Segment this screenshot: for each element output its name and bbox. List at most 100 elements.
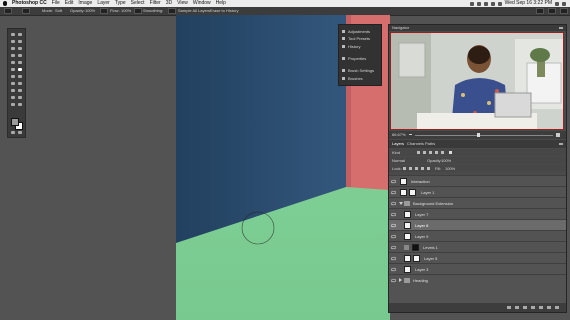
shape-filter-icon[interactable] [435, 151, 438, 154]
layer-style-icon[interactable] [515, 306, 519, 309]
visibility-eye-icon[interactable] [391, 278, 396, 283]
navigator-preview[interactable] [390, 32, 564, 130]
flow-input[interactable]: 100% [121, 7, 131, 15]
dodge-tool-icon[interactable] [11, 82, 15, 85]
zoom-value[interactable]: 66.67% [392, 131, 406, 139]
eraser-tool-icon[interactable] [18, 68, 22, 71]
filter-toggle-icon[interactable] [449, 151, 452, 154]
chevron-down-icon[interactable] [399, 202, 403, 205]
fill-input[interactable]: 100% [445, 165, 455, 172]
sample-label[interactable]: Sample All Layers [178, 7, 210, 15]
brushes-panel-button[interactable]: Brushes [342, 75, 363, 81]
brush-tool-icon[interactable] [11, 61, 15, 64]
gradient-tool-icon[interactable] [11, 75, 15, 78]
quick-mask-icon[interactable] [11, 131, 15, 134]
menu-type[interactable]: Type [115, 0, 126, 7]
tab-channels[interactable]: Channels [407, 140, 424, 148]
menu-3d[interactable]: 3D [166, 0, 172, 7]
zoom-slider-handle[interactable] [477, 133, 480, 137]
panel-menu-icon[interactable] [559, 143, 563, 145]
menu-layer[interactable]: Layer [97, 0, 110, 7]
clock[interactable]: Wed Sep 16 3:22 PM [505, 0, 552, 7]
shape-tool-icon[interactable] [11, 96, 15, 99]
add-mask-icon[interactable] [523, 306, 527, 309]
adjustments-panel-button[interactable]: Adjustments [342, 28, 370, 34]
quick-select-tool-icon[interactable] [11, 47, 15, 50]
eyedropper-tool-icon[interactable] [11, 54, 15, 57]
panel-menu-icon[interactable] [559, 27, 563, 29]
type-tool-icon[interactable] [11, 89, 15, 92]
app-name-menu[interactable]: Photoshop CC [12, 0, 47, 7]
foreground-color-swatch[interactable] [11, 118, 19, 126]
zoom-tool-icon[interactable] [11, 103, 15, 106]
layer-row[interactable]: Layer 1 [389, 186, 566, 197]
link-layers-icon[interactable] [507, 306, 511, 309]
marquee-tool-icon[interactable] [11, 40, 15, 43]
battery-icon[interactable] [497, 2, 502, 6]
lock-artboard-icon[interactable] [421, 167, 424, 170]
status-icon[interactable] [476, 2, 481, 6]
lock-pixels-icon[interactable] [409, 167, 412, 170]
volume-icon[interactable] [490, 2, 495, 6]
lock-position-icon[interactable] [415, 167, 418, 170]
menu-list-icon[interactable] [562, 2, 566, 6]
move-tool-icon[interactable] [11, 33, 15, 36]
tab-paths[interactable]: Paths [425, 140, 435, 148]
menu-window[interactable]: Window [193, 0, 211, 7]
airbrush-icon[interactable] [134, 7, 142, 15]
status-icon[interactable] [469, 2, 474, 6]
layer-row[interactable]: Layer 7 [389, 208, 566, 219]
visibility-eye-icon[interactable] [391, 256, 396, 261]
menu-filter[interactable]: Filter [150, 0, 161, 7]
menu-select[interactable]: Select [131, 0, 145, 7]
menu-edit[interactable]: Edit [65, 0, 74, 7]
pen-tool-icon[interactable] [18, 82, 22, 85]
adjustment-layer-row[interactable]: Levels 1 [389, 241, 566, 252]
crop-tool-icon[interactable] [18, 47, 22, 50]
history-panel-button[interactable]: History [342, 43, 360, 49]
layer-group-row[interactable]: Background Extension [389, 197, 566, 208]
more-tools-icon[interactable] [18, 103, 22, 106]
layer-row-selected[interactable]: Layer 8 [389, 219, 566, 230]
layer-mask-thumbnail[interactable] [409, 189, 416, 196]
visibility-eye-icon[interactable] [391, 201, 396, 206]
visibility-eye-icon[interactable] [391, 267, 396, 272]
menu-help[interactable]: Help [216, 0, 226, 7]
zoom-slider[interactable] [415, 135, 553, 136]
artboard-tool-icon[interactable] [18, 33, 22, 36]
share-icon[interactable] [560, 7, 568, 15]
layer-row[interactable]: Layer 5 [389, 252, 566, 263]
zoom-out-icon[interactable] [409, 134, 412, 135]
menu-view[interactable]: View [177, 0, 188, 7]
brush-preset-picker[interactable] [22, 7, 30, 15]
lock-all-icon[interactable] [427, 167, 430, 170]
adjustment-filter-icon[interactable] [423, 151, 426, 154]
visibility-eye-icon[interactable] [391, 234, 396, 239]
new-group-icon[interactable] [539, 306, 543, 309]
visibility-eye-icon[interactable] [391, 223, 396, 228]
layer-mask-thumbnail[interactable] [412, 244, 419, 251]
lasso-tool-icon[interactable] [18, 40, 22, 43]
menu-file[interactable]: File [52, 0, 60, 7]
layer-row[interactable]: Layer 3 [389, 263, 566, 274]
visibility-eye-icon[interactable] [391, 212, 396, 217]
zoom-in-icon[interactable] [556, 133, 560, 137]
eraser-tool-icon[interactable] [4, 7, 12, 15]
blend-mode-select[interactable]: Normal [392, 157, 405, 164]
properties-panel-button[interactable]: Properties [342, 55, 366, 61]
blur-tool-icon[interactable] [18, 75, 22, 78]
opacity-input[interactable]: 100% [85, 7, 95, 15]
screen-mode-icon[interactable] [18, 131, 22, 134]
chevron-right-icon[interactable] [399, 278, 402, 282]
wifi-icon[interactable] [483, 2, 488, 6]
path-select-tool-icon[interactable] [18, 89, 22, 92]
new-adjustment-icon[interactable] [531, 306, 535, 309]
layer-row[interactable]: Layer 9 [389, 230, 566, 241]
history-brush-tool-icon[interactable] [11, 68, 15, 71]
lock-transparent-icon[interactable] [403, 167, 406, 170]
tool-presets-panel-button[interactable]: Tool Presets [342, 35, 370, 41]
layer-opacity-input[interactable]: 100% [441, 157, 451, 164]
navigator-tab[interactable]: Navigator [392, 25, 409, 31]
pressure-opacity-icon[interactable] [100, 7, 108, 15]
apple-icon[interactable] [3, 1, 7, 6]
